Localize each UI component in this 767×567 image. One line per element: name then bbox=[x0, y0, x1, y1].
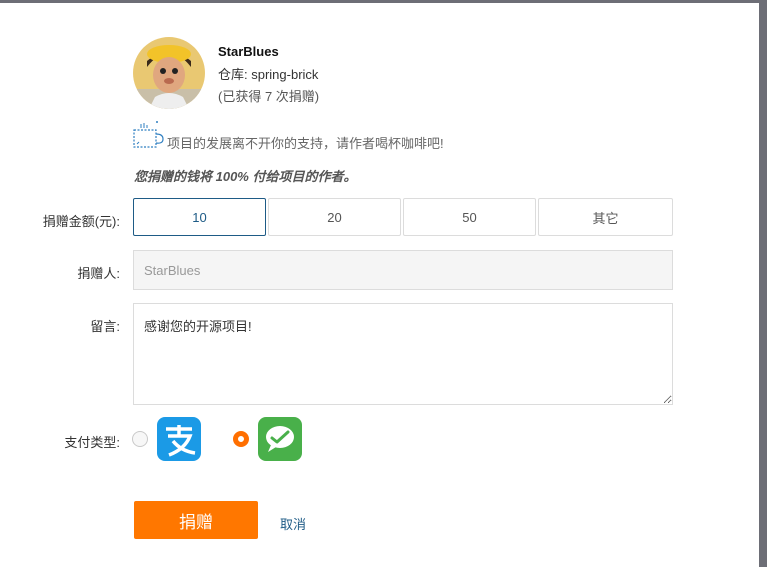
coffee-cup-icon bbox=[133, 120, 165, 150]
alipay-radio[interactable] bbox=[132, 431, 148, 447]
payment-type-label: 支付类型: bbox=[64, 435, 120, 450]
author-avatar bbox=[133, 37, 205, 109]
donor-input[interactable] bbox=[133, 250, 673, 290]
repository-name: 仓库: spring-brick bbox=[218, 67, 319, 82]
donation-notice: 您捐赠的钱将 100% 付给项目的作者。 bbox=[134, 169, 357, 184]
donate-button[interactable]: 捐赠 bbox=[134, 501, 258, 539]
alipay-icon[interactable] bbox=[157, 417, 201, 461]
message-label: 留言: bbox=[90, 319, 120, 334]
window-top-border bbox=[0, 0, 767, 3]
donor-label: 捐赠人: bbox=[77, 266, 120, 281]
support-message: 项目的发展离不开你的支持，请作者喝杯咖啡吧! bbox=[167, 136, 444, 151]
amount-option-other[interactable]: 其它 bbox=[538, 198, 673, 236]
amount-option-10[interactable]: 10 bbox=[133, 198, 266, 236]
window-right-border bbox=[759, 0, 767, 567]
wechat-pay-radio[interactable] bbox=[233, 431, 249, 447]
amount-option-20[interactable]: 20 bbox=[268, 198, 401, 236]
amount-label: 捐赠金额(元): bbox=[42, 214, 120, 229]
author-name: StarBlues bbox=[218, 44, 279, 59]
message-textarea[interactable]: 感谢您的开源项目! bbox=[133, 303, 673, 405]
amount-option-50[interactable]: 50 bbox=[403, 198, 536, 236]
donation-count: (已获得 7 次捐赠) bbox=[218, 89, 320, 104]
wechat-pay-icon[interactable] bbox=[258, 417, 302, 461]
cancel-link[interactable]: 取消 bbox=[280, 514, 306, 533]
